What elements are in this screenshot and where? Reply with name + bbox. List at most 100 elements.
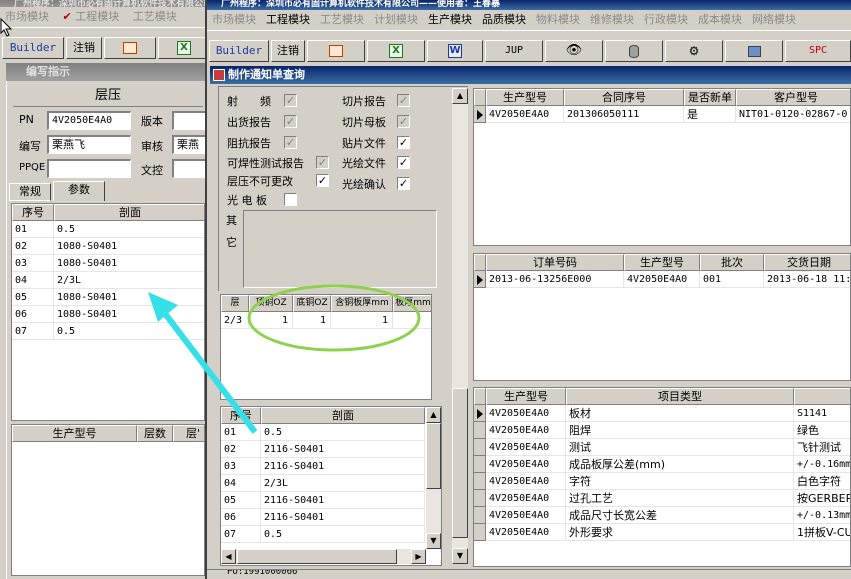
review-field[interactable]: 栗燕 (172, 135, 206, 154)
checkbox[interactable]: ✓ (397, 177, 410, 190)
column-header[interactable]: 是否新单 (684, 89, 736, 106)
column-header[interactable]: 批次 (700, 254, 764, 271)
row-pointer-icon[interactable] (474, 422, 486, 439)
menu-item[interactable]: 工艺模块 (315, 10, 369, 30)
row-pointer-icon[interactable] (474, 271, 486, 288)
column-header[interactable]: 生产型号 (486, 388, 566, 405)
scroll-up-icon[interactable]: ▲ (426, 407, 441, 423)
column-header[interactable]: 项目类型 (566, 388, 794, 405)
editor-field[interactable]: 栗燕飞 (47, 135, 131, 154)
table-cell: 04 (221, 475, 261, 492)
layer-table: 层顶铜OZ 底铜OZ 含铜板厚mm 板厚mm 2/3 1 1 1 (220, 294, 432, 400)
checkbox[interactable] (284, 193, 297, 206)
builder-button[interactable]: Builder (209, 40, 269, 62)
back-menu-engineering[interactable]: ✔ 工程模块 (58, 7, 125, 27)
menu-item[interactable]: 物料模块 (531, 10, 585, 30)
menu-item[interactable]: 网络模块 (747, 10, 801, 30)
doc-control-field[interactable] (172, 159, 206, 178)
logout-button[interactable]: 注销 (271, 40, 305, 62)
back-logout-button[interactable]: 注销 (66, 37, 102, 59)
column-header[interactable]: 含铜板厚mm (331, 295, 393, 312)
col-model[interactable]: 生产型号 (12, 425, 137, 442)
left-pane-scrollbar[interactable]: ▲ ▼ (452, 88, 468, 564)
version-field[interactable] (172, 111, 206, 130)
checkbox[interactable]: ✓ (397, 115, 410, 128)
tab-general[interactable]: 常规 (9, 183, 51, 201)
back-print-button[interactable] (104, 37, 156, 59)
row-pointer-icon[interactable] (474, 507, 486, 524)
row-pointer-icon[interactable] (474, 524, 486, 541)
view-button[interactable]: 👁 (545, 40, 603, 62)
column-header[interactable]: 板厚mm (393, 295, 431, 312)
section-title: 层压 (13, 85, 203, 107)
menu-item[interactable]: 成本模块 (693, 10, 747, 30)
config-button[interactable]: ⚙ (665, 40, 723, 62)
column-header[interactable]: 层 (221, 295, 249, 312)
word-button[interactable]: W (427, 40, 483, 62)
row-pointer-icon[interactable] (474, 490, 486, 507)
database-button[interactable] (605, 40, 663, 62)
pn-field[interactable]: 4V2050E4A0 (47, 111, 131, 130)
col-seq[interactable]: 序号 (12, 204, 54, 221)
front-toolbar: Builder 注销 X W JUP 👁 ⚙ SPC (207, 30, 851, 65)
col-layer2[interactable]: 层' (173, 425, 204, 442)
scroll-thumb[interactable] (237, 549, 397, 564)
row-pointer-icon[interactable] (474, 106, 486, 123)
checkbox[interactable]: ✓ (284, 115, 297, 128)
back-builder-button[interactable]: Builder (2, 37, 64, 59)
print-button[interactable] (307, 40, 365, 62)
column-header[interactable]: 生产型号 (486, 89, 564, 106)
checkbox[interactable]: ✓ (397, 94, 410, 107)
scroll-down-icon[interactable]: ▼ (426, 533, 441, 549)
back-excel-button[interactable]: X (158, 37, 210, 59)
profile-scrollbar[interactable]: ▲ ▼ (426, 407, 441, 549)
profile-hscrollbar[interactable]: ◀ ▶ (221, 549, 426, 564)
scroll-down-icon[interactable]: ▼ (452, 548, 468, 564)
menu-item[interactable]: 生产模块 (423, 10, 477, 30)
column-header[interactable]: 剖面 (261, 407, 425, 424)
checkbox[interactable]: ✓ (284, 136, 297, 149)
checkbox[interactable]: ✓ (316, 156, 329, 169)
column-header[interactable] (794, 388, 850, 405)
menu-item[interactable]: 维修模块 (585, 10, 639, 30)
column-header[interactable]: 生产型号 (624, 254, 700, 271)
front-menu-bar: 市场模块 工程模块 工艺模块 计划模块 生产模块 品质模块 物料模块 维修模块 行政模块 成本模块… (207, 10, 851, 30)
scroll-left-icon[interactable]: ◀ (221, 549, 236, 564)
ppqe-field[interactable] (47, 159, 131, 178)
column-header[interactable]: 序号 (221, 407, 261, 424)
spc-button[interactable]: SPC (785, 40, 851, 62)
menu-item[interactable]: 品质模块 (477, 10, 531, 30)
scroll-right-icon[interactable]: ▶ (411, 549, 426, 564)
excel-button[interactable]: X (367, 40, 425, 62)
checkbox[interactable]: ✓ (397, 156, 410, 169)
column-header[interactable]: 交货日期 (764, 254, 850, 271)
other-textarea[interactable] (243, 210, 437, 288)
column-header[interactable]: 底铜OZ (293, 295, 331, 312)
column-header[interactable]: 订单号码 (486, 254, 624, 271)
table-cell: 过孔工艺 (566, 490, 794, 507)
menu-item[interactable]: 计划模块 (369, 10, 423, 30)
row-pointer-icon[interactable] (474, 473, 486, 490)
checkbox[interactable]: ✓ (316, 174, 329, 187)
column-header[interactable]: 顶铜OZ (249, 295, 293, 312)
menu-item[interactable]: 市场模块 (207, 10, 261, 30)
col-profile[interactable]: 剖面 (54, 204, 204, 221)
col-layers[interactable]: 层数 (137, 425, 173, 442)
menu-item[interactable]: 行政模块 (639, 10, 693, 30)
column-header[interactable]: 合同序号 (564, 89, 684, 106)
row-pointer-icon[interactable] (474, 456, 486, 473)
table-cell: 外形要求 (566, 524, 794, 541)
checkbox[interactable]: ✓ (284, 94, 297, 107)
row-pointer-icon[interactable] (474, 439, 486, 456)
row-pointer-icon[interactable] (474, 405, 486, 422)
scroll-up-icon[interactable]: ▲ (452, 88, 468, 104)
column-header[interactable]: 客户型号 (736, 89, 850, 106)
back-menu-process[interactable]: 工艺模块 (128, 7, 182, 27)
tab-params[interactable]: 参数 (53, 181, 105, 201)
checkbox[interactable]: ✓ (397, 136, 410, 149)
scroll-thumb[interactable] (452, 388, 468, 538)
computer-button[interactable] (725, 40, 783, 62)
scroll-thumb[interactable] (426, 423, 441, 489)
jup-button[interactable]: JUP (485, 40, 543, 62)
menu-item[interactable]: 工程模块 (261, 10, 315, 30)
